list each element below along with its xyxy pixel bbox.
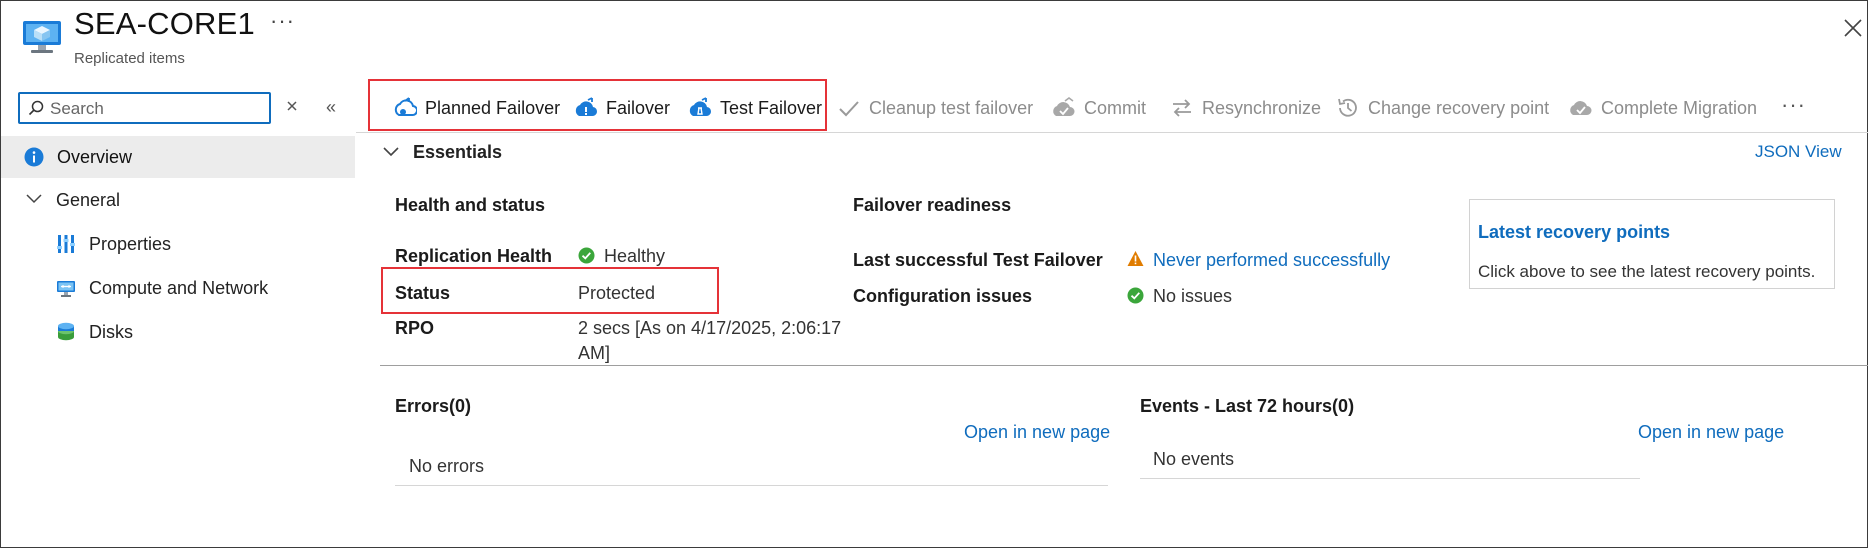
compute-network-icon — [57, 281, 75, 297]
essentials-title[interactable]: Essentials — [413, 142, 502, 163]
rpo-label: RPO — [395, 318, 435, 338]
configuration-issues-value: No issues — [1153, 286, 1233, 306]
failover-actions-highlight — [368, 79, 827, 131]
resynchronize-icon — [1173, 99, 1191, 117]
commit-icon — [1053, 97, 1075, 116]
status-highlight — [381, 267, 719, 314]
collapse-sidebar-button[interactable]: « — [326, 97, 336, 118]
checkmark-icon — [839, 101, 859, 117]
latest-recovery-points-link[interactable]: Latest recovery points — [1478, 222, 1670, 243]
cleanup-test-failover-label: Cleanup test failover — [869, 98, 1034, 118]
json-view-link[interactable]: JSON View — [1755, 142, 1842, 162]
commit-label: Commit — [1084, 98, 1146, 118]
configuration-issues-label: Configuration issues — [853, 286, 1033, 306]
failover-readiness-heading: Failover readiness — [853, 195, 1012, 215]
close-icon[interactable] — [1842, 17, 1864, 39]
errors-open-in-new-page-link[interactable]: Open in new page — [964, 422, 1110, 443]
page-title: SEA-CORE1 — [74, 6, 255, 41]
page-subtitle: Replicated items — [74, 50, 185, 67]
search-placeholder: Search — [50, 99, 104, 118]
events-heading: Events - Last 72 hours(0) — [1140, 396, 1355, 416]
clear-search-icon[interactable] — [284, 98, 300, 114]
last-test-failover-value[interactable]: Never performed successfully — [1153, 250, 1390, 271]
replication-health-value: Healthy — [604, 246, 666, 266]
last-test-failover-label: Last successful Test Failover — [853, 250, 1103, 270]
errors-heading: Errors(0) — [395, 396, 472, 416]
events-divider — [1140, 478, 1640, 479]
chevron-down-icon[interactable] — [383, 147, 399, 157]
essentials-divider — [380, 365, 1868, 366]
success-check-icon — [578, 247, 595, 264]
info-icon — [24, 147, 44, 167]
search-input[interactable]: Search — [18, 92, 271, 124]
recovery-points-card: Latest recovery points Click above to se… — [1469, 199, 1835, 289]
toolbar-more-button[interactable]: ··· — [1781, 92, 1806, 118]
sidebar-item-label: Properties — [89, 234, 172, 254]
complete-migration-label: Complete Migration — [1601, 98, 1758, 118]
disks-icon — [58, 322, 74, 341]
complete-migration-icon — [1570, 101, 1592, 115]
more-options-button[interactable]: ··· — [270, 8, 295, 34]
errors-empty-text: No errors — [409, 456, 485, 476]
toolbar-divider — [356, 132, 1868, 133]
rpo-value-continued: AM] — [578, 343, 611, 363]
properties-icon — [57, 235, 75, 253]
errors-divider — [395, 485, 1108, 486]
chevron-down-icon — [26, 194, 42, 204]
rpo-value: 2 secs [As on 4/17/2025, 2:06:17 — [578, 318, 842, 338]
sidebar-item-label: Compute and Network — [89, 278, 269, 298]
search-icon — [28, 100, 44, 116]
history-icon — [1338, 98, 1357, 117]
change-recovery-point-label: Change recovery point — [1368, 98, 1550, 118]
success-check-icon — [1127, 287, 1144, 304]
resynchronize-label: Resynchronize — [1202, 98, 1322, 118]
virtual-machine-icon — [23, 21, 61, 53]
sidebar-item-label: Disks — [89, 322, 133, 342]
recovery-points-description: Click above to see the latest recovery p… — [1478, 262, 1816, 281]
sidebar-group-label: General — [56, 190, 121, 210]
events-empty-text: No events — [1153, 449, 1235, 469]
warning-icon — [1127, 251, 1144, 266]
sidebar-item-label: Overview — [57, 147, 133, 167]
events-open-in-new-page-link[interactable]: Open in new page — [1638, 422, 1784, 443]
sidebar-item-overview[interactable]: Overview — [1, 136, 355, 178]
replication-health-label: Replication Health — [395, 246, 553, 266]
health-and-status-heading: Health and status — [395, 195, 546, 215]
